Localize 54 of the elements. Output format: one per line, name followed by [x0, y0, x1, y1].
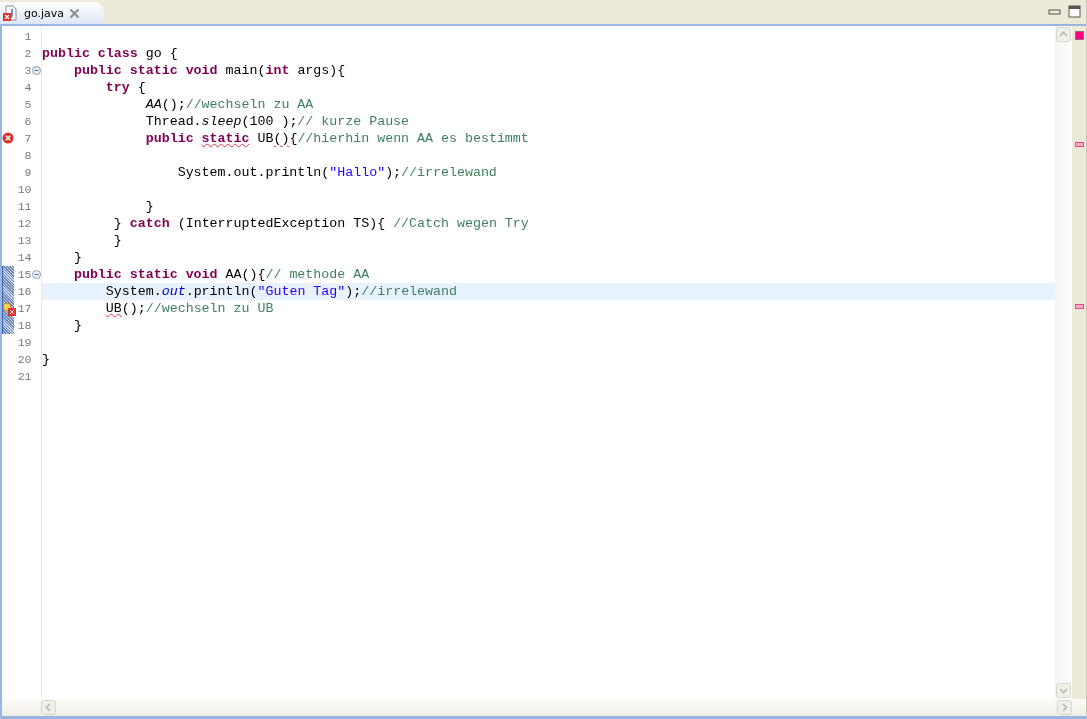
- code-line: }: [72, 318, 82, 333]
- line-number: 14: [16, 251, 32, 264]
- code-line: System.out.println("Hallo");//irrelewand: [176, 165, 497, 180]
- code-line: }: [144, 199, 154, 214]
- line-number: 10: [16, 183, 32, 196]
- horizontal-scrollbar[interactable]: [2, 699, 1086, 716]
- code-line: AA();//wechseln zu AA: [144, 97, 314, 112]
- minimize-icon[interactable]: [1048, 7, 1062, 17]
- code-line: }: [72, 250, 82, 265]
- line-number: 18: [16, 319, 32, 332]
- line-number: 11: [16, 200, 32, 213]
- line-number: 19: [16, 336, 32, 349]
- line-number: 16: [16, 285, 32, 298]
- editor-tab[interactable]: go.java: [0, 2, 105, 24]
- line-number: 7: [23, 132, 32, 145]
- code-line: }: [112, 233, 122, 248]
- line-number: 8: [23, 149, 32, 162]
- vertical-scrollbar[interactable]: [1055, 26, 1072, 699]
- error-ruler-marker[interactable]: [1075, 304, 1084, 310]
- code-line: public static void main(int args){: [72, 63, 346, 78]
- error-icon[interactable]: [2, 132, 14, 144]
- line-number: 21: [16, 370, 32, 383]
- scroll-up-icon[interactable]: [1056, 27, 1071, 42]
- line-number: 1: [23, 30, 32, 43]
- code-line: }: [42, 352, 50, 367]
- line-number: 5: [23, 98, 32, 111]
- error-ruler-marker[interactable]: [1075, 142, 1084, 148]
- tab-title: go.java: [24, 6, 65, 20]
- scroll-down-icon[interactable]: [1056, 683, 1071, 698]
- line-number: 3: [23, 64, 32, 77]
- code-line: UB();//wechseln zu UB: [104, 301, 274, 316]
- collapse-icon[interactable]: [32, 66, 41, 75]
- scroll-left-icon[interactable]: [41, 700, 56, 715]
- line-number: 20: [16, 353, 32, 366]
- line-number: 17: [16, 302, 32, 315]
- maximize-icon[interactable]: [1068, 5, 1082, 19]
- code-line: try {: [104, 80, 146, 95]
- line-number: 9: [23, 166, 32, 179]
- code-line: Thread.sleep(100 );// kurze Pause: [144, 114, 410, 129]
- scroll-right-icon[interactable]: [1057, 700, 1072, 715]
- code-line: System.out.println("Guten Tag");//irrelewand: [104, 284, 457, 299]
- code-line: public class go {: [42, 46, 178, 61]
- line-number: 13: [16, 234, 32, 247]
- code-line: public static UB(){//hierhin wenn AA es bestimmt: [144, 131, 529, 146]
- line-number: 15: [16, 268, 32, 281]
- line-number: 12: [16, 217, 32, 230]
- java-file-icon: [3, 5, 19, 21]
- line-number: 2: [23, 47, 32, 60]
- close-icon[interactable]: [69, 7, 81, 19]
- code-line: } catch (InterruptedException TS){ //Catch wegen Try: [112, 216, 529, 231]
- code-line: public static void AA(){// methode AA: [72, 267, 370, 282]
- collapse-icon[interactable]: [32, 270, 41, 279]
- line-number: 6: [23, 115, 32, 128]
- line-number: 4: [23, 81, 32, 94]
